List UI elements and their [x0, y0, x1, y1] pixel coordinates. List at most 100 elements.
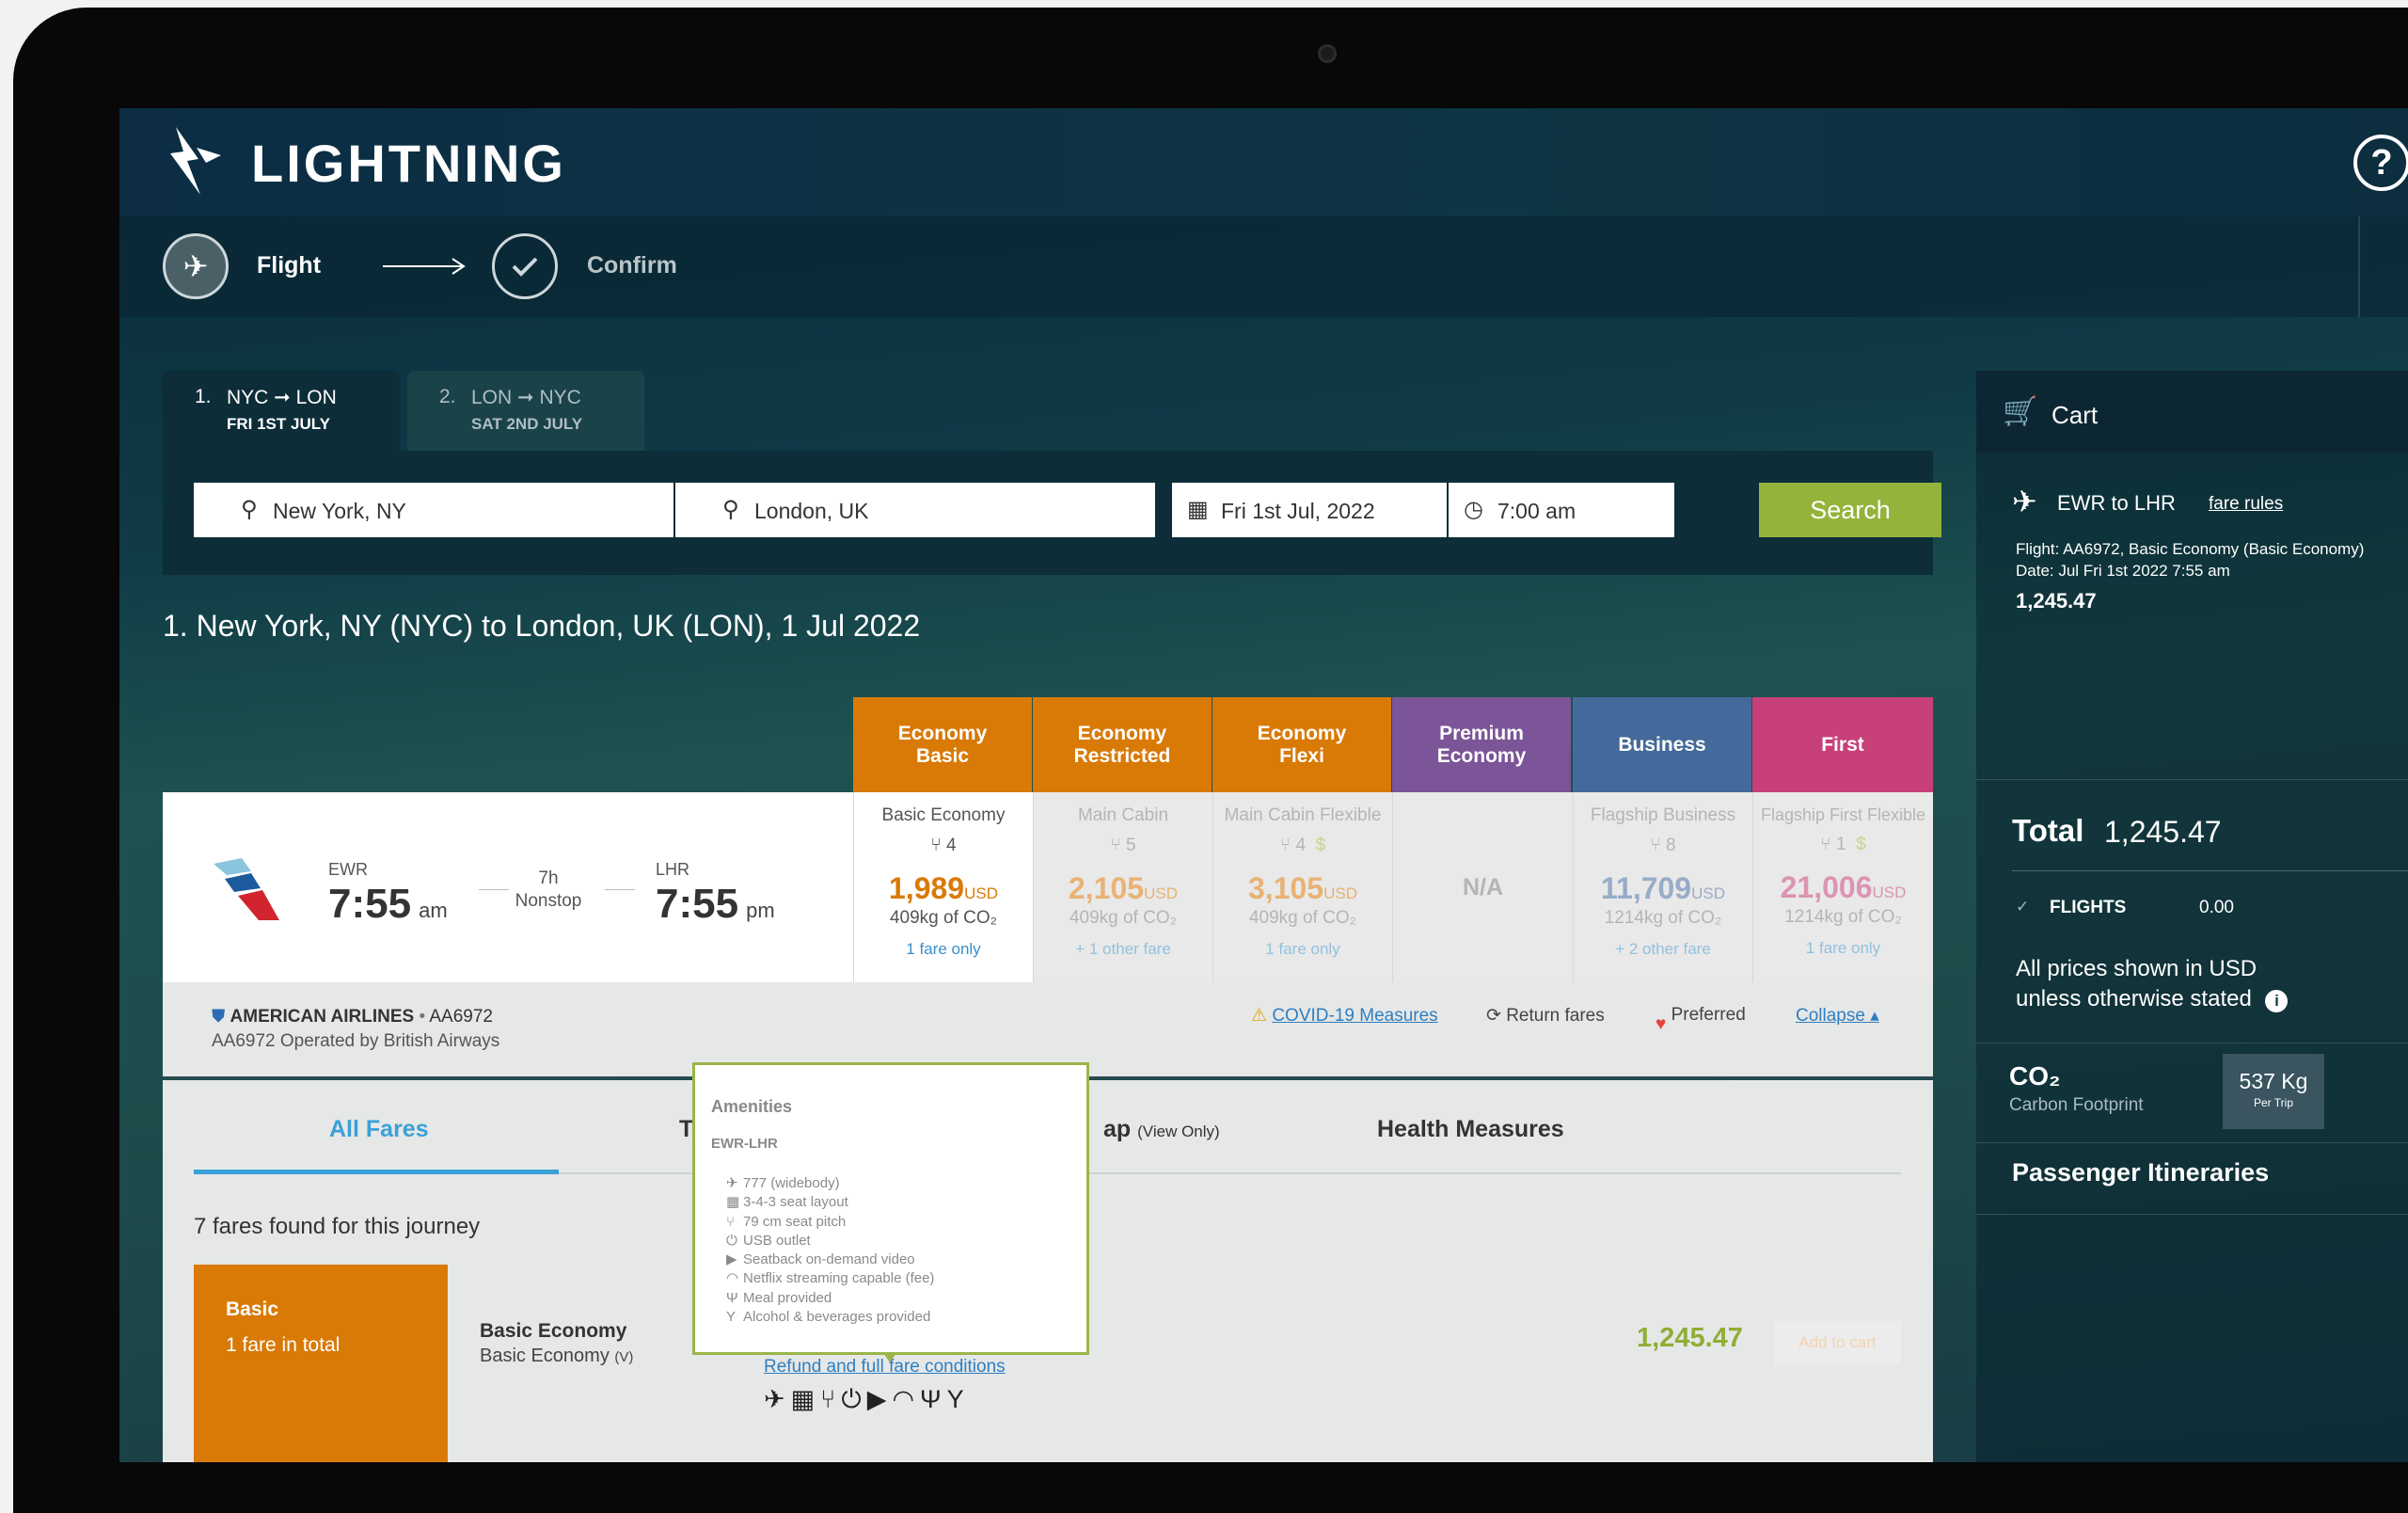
- power-icon: ⏻: [726, 1232, 737, 1249]
- amenity-item: ◠ Netflix streaming capable (fee): [726, 1269, 1086, 1288]
- origin-field[interactable]: ⚲ New York, NY: [194, 483, 673, 537]
- fare-co2: 409kg of CO₂: [1069, 908, 1178, 928]
- fare-link[interactable]: 1 fare only: [1753, 939, 1933, 958]
- destination-value: London, UK: [754, 499, 869, 523]
- step-bar: ✈ Flight Confirm: [119, 216, 2408, 317]
- add-to-cart-button[interactable]: Add to cart: [1774, 1321, 1901, 1364]
- dollar-icon: $: [1856, 835, 1866, 854]
- fare-row-sub: Basic Economy (V): [480, 1346, 633, 1367]
- fare-name: Flagship First Flexible: [1760, 805, 1926, 824]
- time-field[interactable]: ◷ 7:00 am: [1449, 483, 1674, 537]
- departure-time: 7:55 am: [328, 881, 448, 928]
- tab-seat-map[interactable]: ap (View Only): [1103, 1116, 1220, 1143]
- fare-head-line2: Flexi: [1279, 744, 1324, 767]
- fare-cell-economy-restricted[interactable]: Main Cabin ⑂ 5 2,105USD 409kg of CO₂ + 1…: [1033, 792, 1212, 982]
- fare-head-premium-economy[interactable]: Premium Economy: [1392, 697, 1571, 792]
- amenity-item: ✈ 777 (widebody): [726, 1174, 1086, 1193]
- drink-icon: Y: [946, 1385, 970, 1413]
- fare-rules-link[interactable]: fare rules: [2209, 494, 2283, 515]
- journey-title: 1. New York, NY (NYC) to London, UK (LON…: [163, 609, 921, 643]
- date-field[interactable]: ▦ Fri 1st Jul, 2022: [1172, 483, 1447, 537]
- separator: •: [419, 1007, 430, 1027]
- fare-price: 1,989USD: [854, 871, 1033, 906]
- seat-icon: ⑂: [1650, 836, 1661, 855]
- divider: [1976, 779, 2408, 780]
- fare-price: 2,105USD: [1034, 871, 1212, 906]
- fare-link[interactable]: + 2 other fare: [1574, 940, 1752, 959]
- price-note-text: All prices shown in USD unless otherwise…: [2016, 956, 2258, 1011]
- fare-price-value: 1,989: [889, 871, 965, 905]
- fare-head-line1: Premium: [1439, 722, 1524, 744]
- fare-link[interactable]: 1 fare only: [854, 940, 1033, 959]
- seat-count-value: 1: [1835, 835, 1846, 854]
- cart-flight-line: Flight: AA6972, Basic Economy (Basic Eco…: [2016, 540, 2365, 558]
- fare-group-sub: 1 fare in total: [226, 1334, 341, 1356]
- fare-link[interactable]: + 1 other fare: [1034, 940, 1212, 959]
- destination-field[interactable]: ⚲ London, UK: [675, 483, 1155, 537]
- dollar-icon: $: [1315, 836, 1326, 855]
- refresh-icon: ⟳: [1486, 1006, 1501, 1026]
- help-icon[interactable]: ?: [2353, 135, 2408, 191]
- tab-leg-2[interactable]: 2. LON ➞ NYC SAT 2ND JULY: [407, 371, 644, 451]
- seat-count-value: 8: [1666, 836, 1676, 855]
- drink-icon: Y: [726, 1309, 737, 1326]
- seat-icon: ⑂: [1279, 836, 1291, 855]
- amenities-route: EWR-LHR: [711, 1136, 778, 1152]
- fare-currency: USD: [1691, 884, 1725, 902]
- fare-link[interactable]: 1 fare only: [1213, 940, 1392, 959]
- amenities-list: ✈ 777 (widebody) ▦ 3-4-3 seat layout ⑂ 79 c…: [726, 1174, 1086, 1327]
- stops-value: Nonstop: [515, 891, 582, 911]
- tab-leg-1[interactable]: 1. NYC ➞ LON FRI 1ST JULY: [163, 371, 400, 451]
- arrival-code: LHR: [656, 860, 690, 879]
- amenity-item: Ψ Meal provided: [726, 1289, 1086, 1308]
- flights-label: FLIGHTS: [2050, 898, 2127, 917]
- tab-seat-map-label: ap: [1103, 1116, 1132, 1142]
- total-label: Total: [2012, 813, 2084, 848]
- seat-count: ⑂ 4: [854, 836, 1033, 856]
- seat-layout-icon: ▦: [726, 1194, 740, 1211]
- fare-group-basic[interactable]: Basic 1 fare in total: [194, 1265, 448, 1462]
- seat-icon: ⑂: [930, 836, 942, 855]
- amenity-text: 79 cm seat pitch: [743, 1213, 847, 1230]
- fare-price-value: 2,105: [1069, 871, 1145, 905]
- tab-health-measures[interactable]: Health Measures: [1377, 1116, 1564, 1143]
- tab-all-fares[interactable]: All Fares: [329, 1116, 429, 1143]
- fare-cell-economy-flexi[interactable]: Main Cabin Flexible ⑂ 4 $ 3,105USD 409kg…: [1212, 792, 1392, 982]
- fare-cell-first[interactable]: Flagship First Flexible ⑂ 1 $ 21,006USD …: [1752, 792, 1933, 982]
- return-fares-button[interactable]: ⟳ Return fares: [1486, 1005, 1605, 1027]
- fare-head-business[interactable]: Business: [1573, 697, 1751, 792]
- fare-cell-economy-basic[interactable]: Basic Economy ⑂ 4 1,989USD 409kg of CO₂ …: [853, 792, 1033, 982]
- location-pin-icon: ⚲: [241, 497, 258, 522]
- seat-count-value: 4: [946, 836, 957, 855]
- fare-row-code: (V): [614, 1349, 634, 1365]
- fare-co2: 1214kg of CO₂: [1784, 907, 1902, 927]
- calendar-icon: ▦: [1187, 497, 1209, 522]
- amenity-icons[interactable]: ✈▦⑂⏻▶◠ΨY: [764, 1385, 970, 1415]
- cart-header: 🛒 Cart: [1976, 371, 2408, 453]
- covid-link[interactable]: ⚠ COVID-19 Measures: [1251, 1005, 1438, 1027]
- fare-co2: 1214kg of CO₂: [1604, 908, 1722, 928]
- tab-partial[interactable]: T: [679, 1116, 693, 1143]
- amenity-item: Y Alcohol & beverages provided: [726, 1308, 1086, 1327]
- search-button[interactable]: Search: [1759, 483, 1941, 537]
- leg-date: SAT 2ND JULY: [471, 415, 583, 433]
- total-value: 1,245.47: [2104, 815, 2222, 849]
- divider: [1976, 1214, 2408, 1215]
- fare-head-line1: Economy: [1257, 722, 1347, 744]
- american-airlines-logo-icon: [214, 858, 279, 920]
- plane-icon: ✈: [726, 1175, 738, 1191]
- collapse-button[interactable]: Collapse ▴: [1796, 1005, 1879, 1027]
- info-icon[interactable]: i: [2265, 990, 2289, 1012]
- co2-label: CO₂: [2009, 1061, 2061, 1091]
- fare-cell-business[interactable]: Flagship Business ⑂ 8 11,709USD 1214kg o…: [1573, 792, 1752, 982]
- fare-head-economy-flexi[interactable]: Economy Flexi: [1212, 697, 1391, 792]
- co2-per: Per Trip: [2253, 1096, 2293, 1109]
- fare-head-economy-restricted[interactable]: Economy Restricted: [1033, 697, 1212, 792]
- fare-head-economy-basic[interactable]: Economy Basic: [853, 697, 1032, 792]
- duration-value: 7h: [538, 868, 559, 888]
- fare-head-first[interactable]: First: [1752, 697, 1933, 792]
- step-flight-label: Flight: [257, 252, 322, 279]
- seat-pitch-icon: ⑂: [820, 1385, 842, 1413]
- fare-group-title: Basic: [226, 1298, 279, 1320]
- wifi-icon: ◠: [892, 1385, 921, 1413]
